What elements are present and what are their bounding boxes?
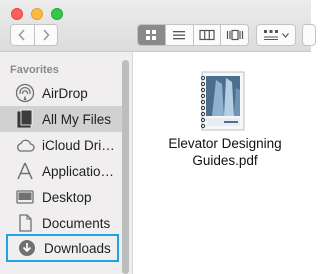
pdf-file-icon[interactable] (198, 70, 248, 132)
all-my-files-icon (14, 109, 36, 129)
sidebar-item-label: Downloads (44, 240, 111, 256)
sidebar-item-airdrop[interactable]: AirDrop (0, 80, 122, 106)
view-mode-group (137, 24, 249, 46)
arrange-icon (264, 30, 278, 40)
sidebar-item-documents[interactable]: Documents (0, 210, 122, 236)
sidebar-item-label: All My Files (42, 111, 112, 127)
column-view-button[interactable] (192, 25, 221, 45)
cover-flow-icon (226, 29, 243, 41)
downloads-icon (16, 238, 38, 258)
documents-icon (14, 213, 36, 233)
sidebar-item-label: Desktop (42, 189, 92, 205)
sidebar-section-title: Favorites (10, 64, 59, 76)
sidebar-item-label: Documents (42, 215, 111, 231)
back-icon (18, 29, 25, 41)
toolbar-button-partial[interactable] (302, 24, 316, 46)
forward-button[interactable] (33, 25, 58, 45)
sidebar-item-icloud-drive[interactable]: iCloud Dri… (0, 132, 122, 158)
finder-toolbar (0, 0, 316, 52)
sidebar-item-desktop[interactable]: Desktop (0, 184, 122, 210)
chevron-down-icon (282, 32, 289, 38)
applications-icon (14, 161, 36, 181)
icloud-icon (14, 135, 36, 155)
sidebar-item-downloads[interactable]: Downloads (6, 234, 119, 262)
cover-flow-button[interactable] (220, 25, 248, 45)
sidebar-item-applications[interactable]: Applicatio… (0, 158, 122, 184)
minimize-button[interactable] (31, 8, 43, 20)
sidebar-item-label: AirDrop (42, 85, 88, 101)
arrange-button[interactable] (256, 24, 296, 46)
back-button[interactable] (11, 25, 34, 45)
file-browser-content: Elevator Designing Guides.pdf (134, 52, 311, 274)
sidebar-item-label: iCloud Dri… (42, 137, 115, 153)
sidebar: Favorites AirDrop All My Files iCloud Dr… (0, 52, 133, 274)
sidebar-scrollbar[interactable] (122, 60, 129, 274)
close-button[interactable] (11, 8, 23, 20)
desktop-icon (14, 187, 36, 207)
airdrop-icon (14, 83, 36, 103)
nav-button-group (10, 24, 58, 46)
file-name-label[interactable]: Elevator Designing Guides.pdf (154, 135, 296, 169)
column-view-icon (199, 29, 215, 41)
forward-icon (43, 29, 50, 41)
sidebar-item-all-my-files[interactable]: All My Files (0, 106, 122, 132)
list-view-button[interactable] (164, 25, 193, 45)
maximize-button[interactable] (51, 8, 63, 20)
list-view-icon (173, 31, 186, 40)
sidebar-item-label: Applicatio… (42, 163, 115, 179)
icon-view-button[interactable] (138, 25, 165, 45)
icon-view-icon (146, 30, 157, 40)
